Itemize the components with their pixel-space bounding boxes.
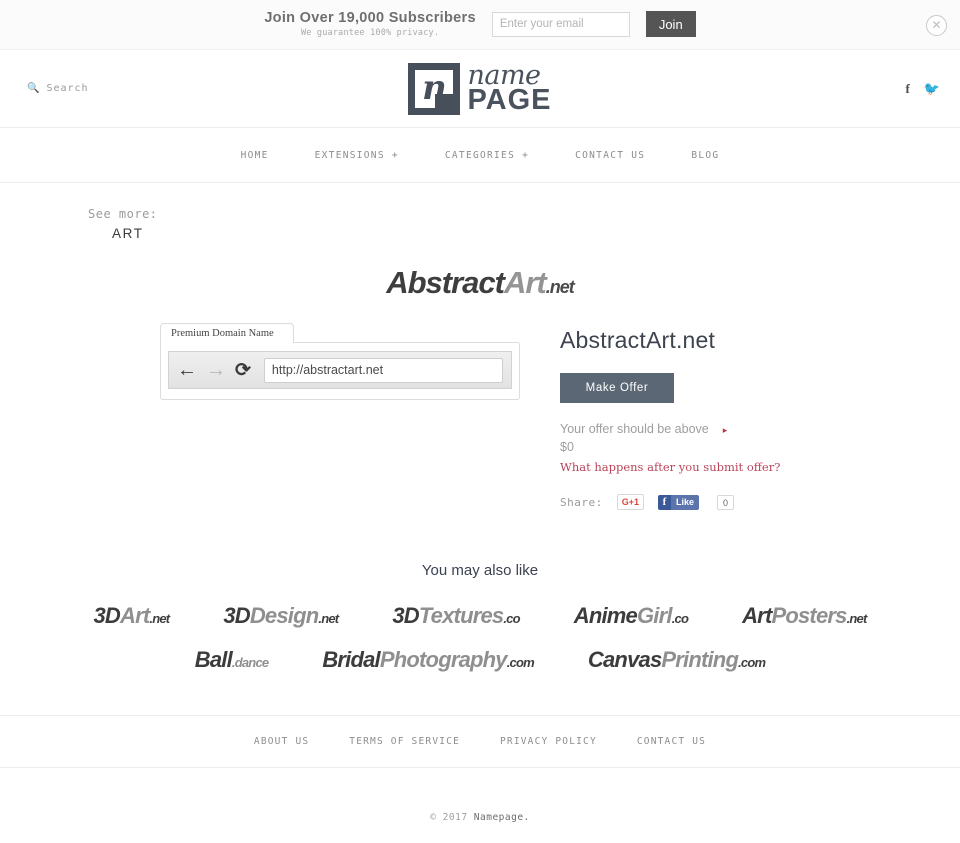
related-domain-tld: .com (738, 655, 766, 671)
see-more-category[interactable]: ART (112, 226, 960, 241)
browser-toolbar: ← → ⟳ http://abstractart.net (168, 351, 512, 389)
search-button[interactable]: 🔍 Search (27, 83, 89, 94)
related-domain-part1: 3D (223, 603, 250, 629)
related-domain-tld: .co (671, 611, 689, 627)
related-domain[interactable]: ArtPosters.net (742, 603, 868, 629)
subscribe-bar: Join Over 19,000 Subscribers We guarante… (0, 0, 960, 50)
related-domain-tld: .net (318, 611, 339, 627)
logo-page: PAGE (467, 83, 552, 116)
site-logo[interactable]: n name PAGE (408, 62, 552, 116)
facebook-like-label: Like (671, 494, 700, 510)
see-more-label: See more: (88, 207, 158, 221)
related-domain-tld: .net (149, 611, 170, 627)
close-circle-icon[interactable]: ✕ (926, 15, 947, 36)
site-footer: ABOUT US TERMS OF SERVICE PRIVACY POLICY… (0, 715, 960, 769)
offer-note-text: Your offer should be above (560, 422, 709, 436)
facebook-like-button[interactable]: f Like (658, 494, 700, 510)
search-label: Search (46, 83, 89, 94)
nav-item-home[interactable]: HOME (241, 150, 269, 161)
related-domain[interactable]: 3DArt.net (93, 603, 170, 629)
related-domain-part1: Canvas (587, 647, 662, 673)
main-nav: HOME EXTENSIONS + CATEGORIES + CONTACT U… (0, 128, 960, 183)
related-domain-part1: Anime (573, 603, 638, 629)
domain-wordmark: AbstractArt.net (0, 265, 960, 301)
footer-link-privacy-policy[interactable]: PRIVACY POLICY (500, 736, 597, 747)
footer-link-about-us[interactable]: ABOUT US (254, 736, 309, 747)
related-domain-part1: Art (742, 603, 772, 629)
offer-minimum-amount: $0 (560, 440, 574, 455)
share-label: Share: (560, 495, 603, 509)
related-domain-part2: Art (120, 603, 150, 629)
email-input[interactable] (491, 11, 630, 37)
main-content: Premium Domain Name ← → ⟳ http://abstrac… (0, 301, 960, 511)
footer-link-contact-us[interactable]: CONTACT US (637, 736, 706, 747)
related-domain[interactable]: 3DTextures.co (392, 603, 520, 629)
related-domain[interactable]: Ball.dance (195, 647, 269, 673)
copyright: © 2017 Namepage. (0, 812, 960, 823)
nav-item-contact-us[interactable]: CONTACT US (575, 150, 645, 161)
browser-mockup: Premium Domain Name ← → ⟳ http://abstrac… (160, 323, 520, 510)
facebook-like-count: 0 (717, 494, 735, 510)
related-domain-part2: Photography (379, 647, 508, 673)
arrow-right-icon[interactable]: → (206, 360, 226, 380)
related-domain-part2: Posters (771, 603, 847, 629)
site-header: 🔍 Search n name PAGE f 🐦 (0, 50, 960, 128)
also-like-row: 3DArt.net 3DDesign.net 3DTextures.co Ani… (0, 603, 960, 629)
also-like-list: 3DArt.net 3DDesign.net 3DTextures.co Ani… (0, 603, 960, 673)
nav-item-extensions[interactable]: EXTENSIONS + (315, 150, 399, 161)
browser-body: ← → ⟳ http://abstractart.net (160, 342, 520, 400)
social-links: f 🐦 (905, 81, 940, 97)
also-like-heading: You may also like (421, 562, 539, 580)
related-domain-part1: 3D (93, 603, 120, 629)
make-offer-button[interactable]: Make Offer (560, 373, 674, 403)
related-domain[interactable]: AnimeGirl.co (573, 603, 689, 629)
url-input[interactable]: http://abstractart.net (263, 357, 503, 383)
what-happens-link[interactable]: What happens after you submit offer? (560, 460, 890, 474)
also-like-row: Ball.dance BridalPhotography.com CanvasP… (0, 647, 960, 673)
logo-mark-icon: n (408, 62, 461, 115)
arrow-left-icon[interactable]: ← (177, 360, 197, 380)
related-domain-part1: Bridal (322, 647, 380, 673)
domain-detail-panel: AbstractArt.net Make Offer Your offer sh… (560, 323, 890, 511)
copyright-prefix: © 2017 (430, 812, 474, 824)
page-title: AbstractArt.net (560, 327, 716, 353)
browser-tab[interactable]: Premium Domain Name (160, 323, 294, 343)
subscribe-headline: Join Over 19,000 Subscribers (264, 10, 476, 27)
related-domain[interactable]: 3DDesign.net (223, 603, 339, 629)
footer-link-terms-of-service[interactable]: TERMS OF SERVICE (349, 736, 460, 747)
related-domain-part2: Girl (637, 603, 672, 629)
nav-item-blog[interactable]: BLOG (691, 150, 719, 161)
subscribe-subline: We guarantee 100% privacy. (300, 27, 440, 38)
related-domain-part2: Textures (418, 603, 504, 629)
facebook-icon: f (658, 494, 672, 510)
related-domain-tld: .net (846, 611, 868, 627)
search-icon: 🔍 (27, 83, 41, 94)
share-row: Share: G+1 f Like 0 (560, 494, 890, 511)
related-domain[interactable]: CanvasPrinting.com (587, 647, 766, 673)
wordmark-tld: .net (545, 277, 575, 297)
join-button[interactable]: Join (645, 11, 696, 38)
see-more-block: See more: ART (0, 183, 960, 241)
subscribe-inner: Join Over 19,000 Subscribers We guarante… (264, 11, 696, 38)
related-domain-part2: Printing (661, 647, 739, 673)
subscribe-text: Join Over 19,000 Subscribers We guarante… (264, 11, 476, 37)
related-domain[interactable]: BridalPhotography.com (322, 647, 534, 673)
related-domain-tld: .co (503, 611, 520, 627)
google-plus-button[interactable]: G+1 (616, 494, 645, 511)
logo-text: name PAGE (467, 62, 552, 116)
offer-note: Your offer should be above ▸ $0 (560, 420, 890, 456)
copyright-name: Namepage. (473, 812, 530, 824)
related-domain-part1: 3D (392, 603, 419, 629)
reload-icon[interactable]: ⟳ (235, 361, 251, 380)
related-domain-tld: .com (506, 655, 535, 671)
related-domain-tld: .dance (231, 655, 269, 671)
related-domain-part1: Ball (194, 647, 233, 673)
nav-item-categories[interactable]: CATEGORIES + (445, 150, 529, 161)
wordmark-part1: Abstract (386, 265, 505, 300)
twitter-icon[interactable]: 🐦 (924, 81, 940, 97)
facebook-icon[interactable]: f (905, 81, 909, 97)
wordmark-part2: Art (503, 265, 547, 300)
related-domain-part2: Design (249, 603, 319, 629)
arrow-right-small-icon: ▸ (722, 425, 728, 435)
